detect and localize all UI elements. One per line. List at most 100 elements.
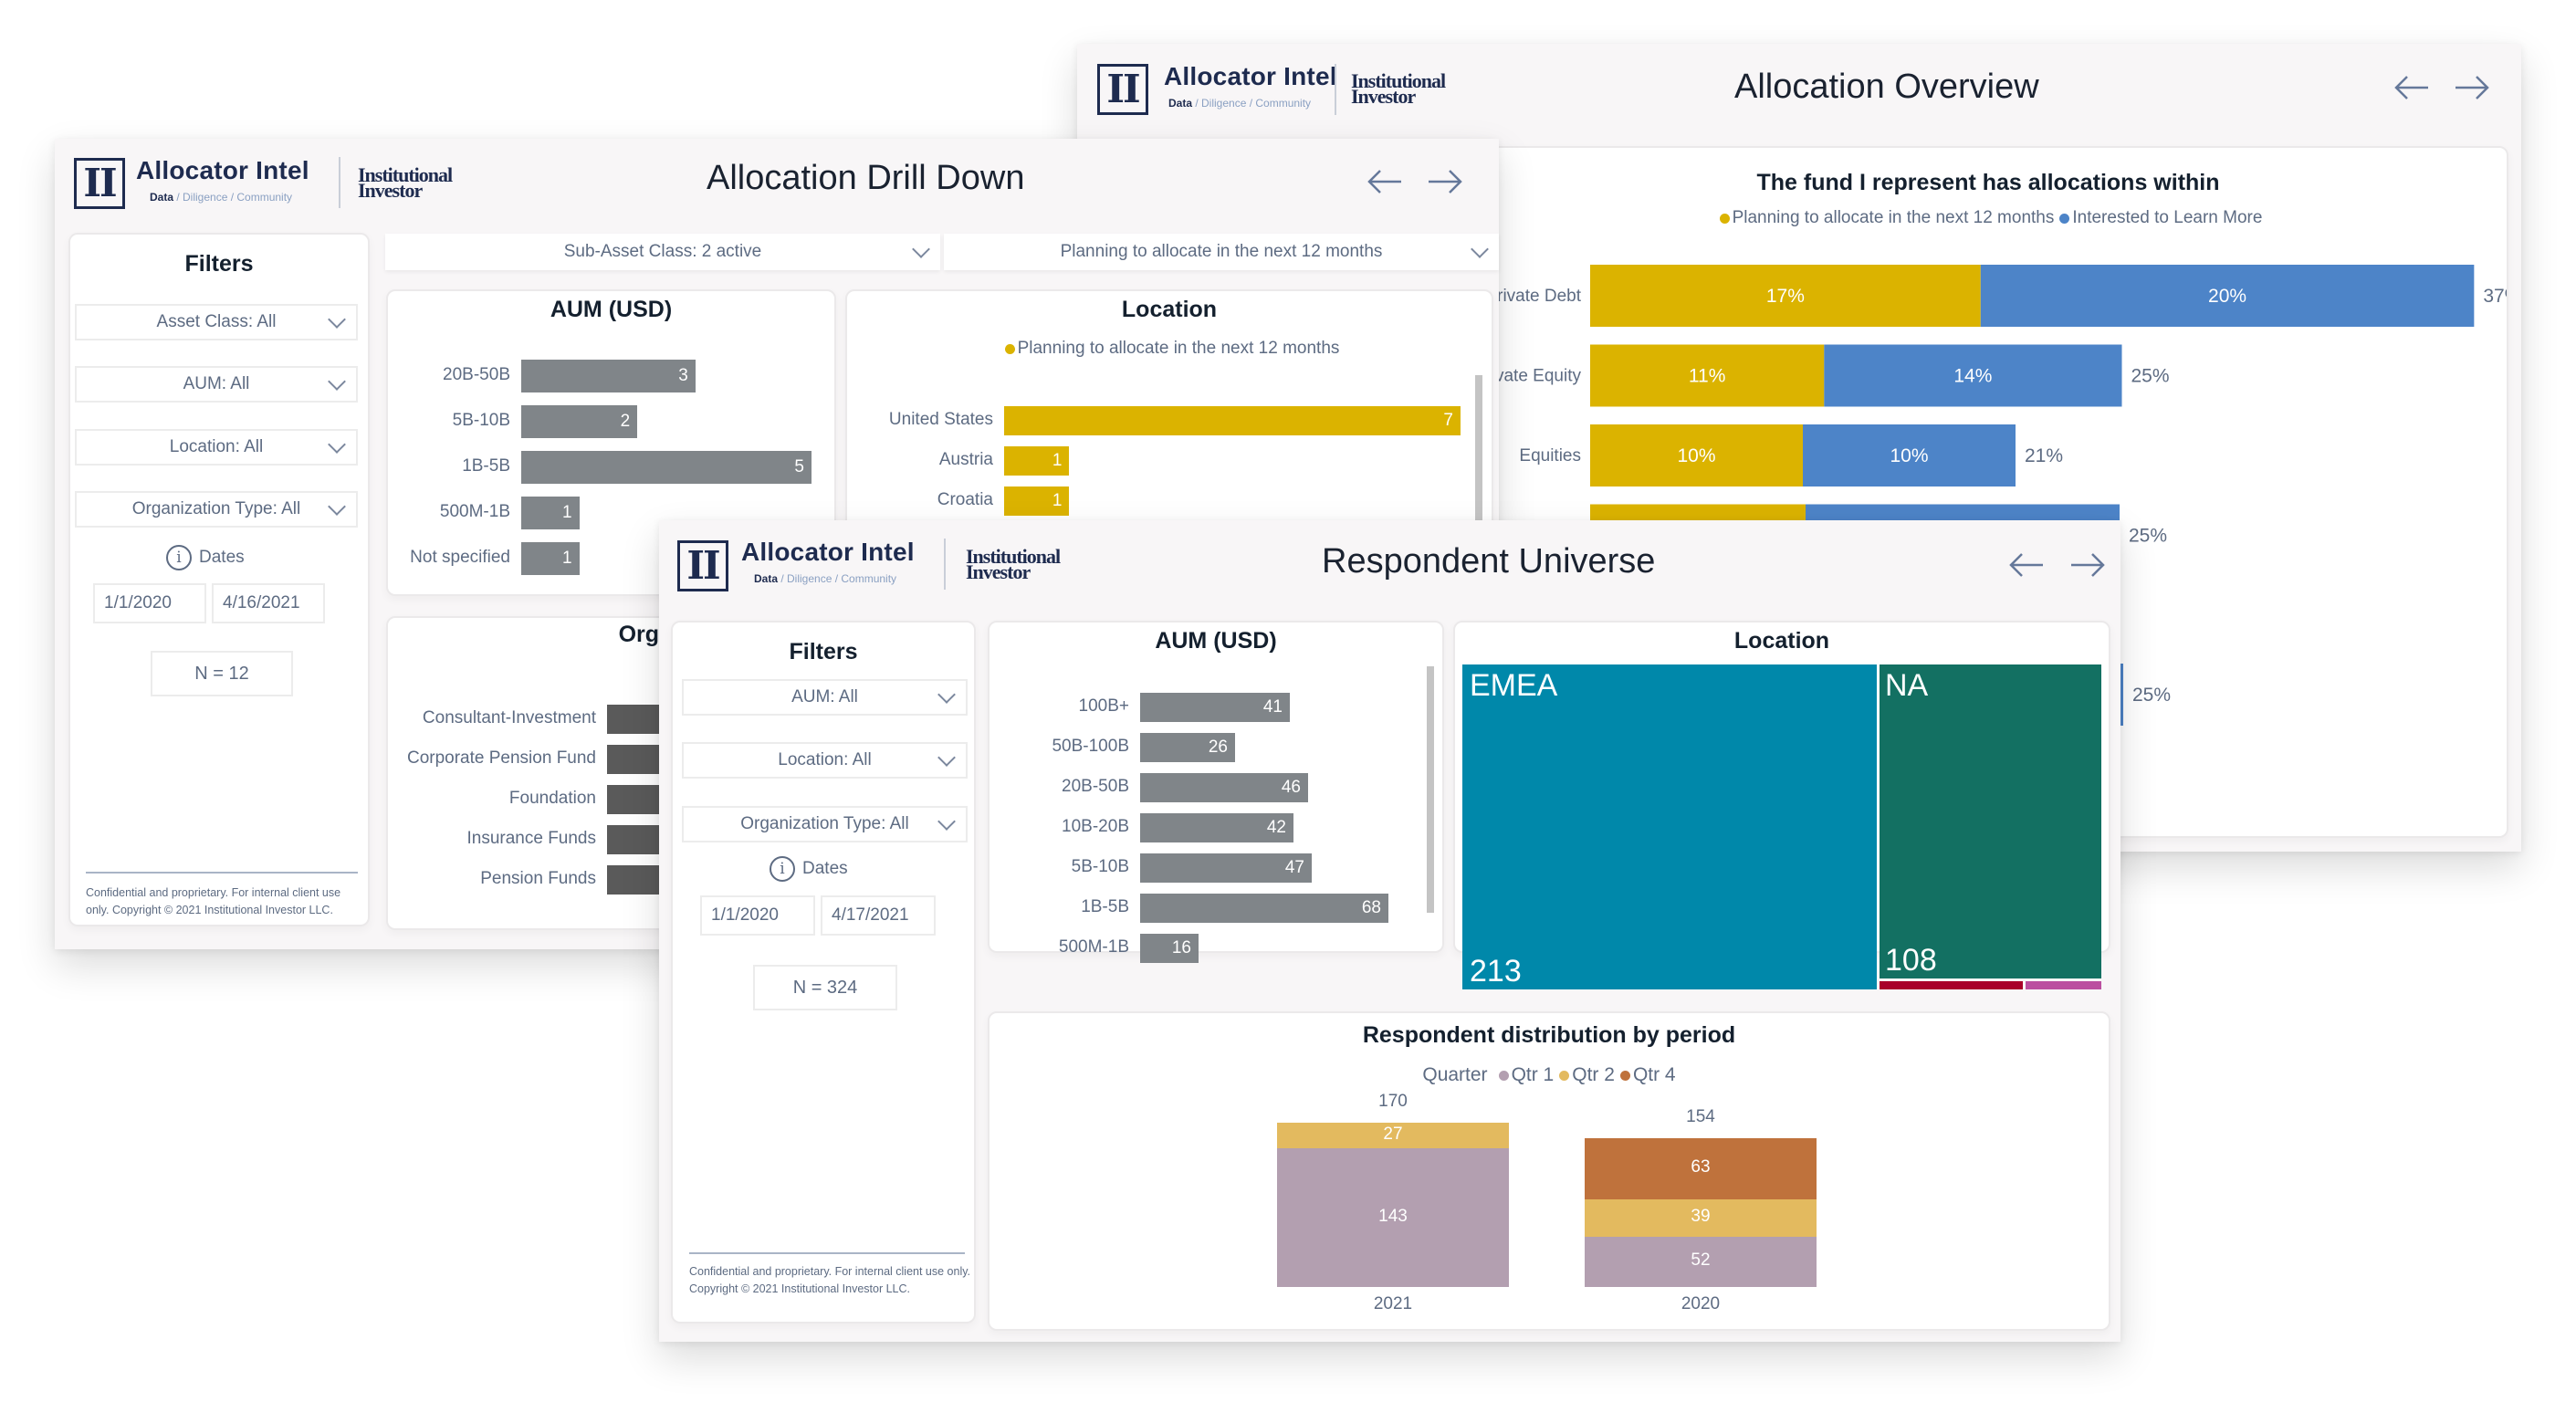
- bar-label: Foundation: [508, 789, 596, 808]
- page-title: Allocation Overview: [1734, 68, 2039, 106]
- dates-label: i Dates: [166, 545, 245, 570]
- period-chart: 143 27 170 2021 52 39 63 154 2020: [990, 1013, 2112, 1333]
- bar-value: 16: [1171, 938, 1191, 957]
- page-title: Allocation Drill Down: [707, 159, 1025, 197]
- bar-value: 7: [1443, 411, 1453, 430]
- date-to-input[interactable]: 4/16/2021: [212, 583, 325, 623]
- bar-label: 20B-50B: [443, 365, 510, 384]
- date-from-input[interactable]: 1/1/2020: [700, 895, 815, 936]
- brand-name: Allocator Intel: [1164, 62, 1337, 90]
- info-icon[interactable]: i: [770, 856, 795, 882]
- copyright-footnote: Confidential and proprietary. For intern…: [689, 1265, 971, 1295]
- location-card: Location EMEA 213 NA 108: [1453, 621, 2110, 989]
- treemap-tile-other-1: [1880, 981, 2023, 989]
- chevron-down-icon: [912, 240, 930, 258]
- allocation-intent-dropdown[interactable]: Planning to allocate in the next 12 mont…: [944, 234, 1499, 270]
- location-treemap: EMEA 213 NA 108: [1462, 664, 2101, 989]
- bar-value: 5: [794, 457, 804, 476]
- total-label: 154: [1686, 1106, 1715, 1126]
- brand-tagline: Data / Diligence / Community: [150, 191, 293, 204]
- total-label: 170: [1378, 1091, 1408, 1111]
- brand-divider: [1335, 64, 1336, 115]
- brand-name: Allocator Intel: [136, 156, 309, 184]
- segment-value: 39: [1691, 1207, 1711, 1227]
- institutional-investor-logo: Institutional Investor: [1351, 69, 1446, 108]
- bar-value: 2: [620, 412, 631, 431]
- aum-card: AUM (USD) 100B+ 41 50B-100B 26 20B-50B 46 10B-…: [988, 621, 1444, 963]
- bar-label: Insurance Funds: [466, 829, 596, 848]
- forward-arrow-icon[interactable]: [1427, 168, 1463, 195]
- organization-type-dropdown[interactable]: Organization Type: All: [75, 491, 358, 528]
- back-arrow-icon[interactable]: [2008, 551, 2045, 579]
- filters-title: Filters: [789, 639, 858, 664]
- copyright-footnote: Confidential and proprietary. For intern…: [86, 886, 341, 916]
- page-title: Respondent Universe: [1322, 542, 1656, 581]
- back-arrow-icon[interactable]: [2393, 74, 2430, 101]
- segment-label: 11%: [1689, 366, 1725, 387]
- bar-label: 5B-10B: [1071, 857, 1129, 876]
- divider: [86, 872, 358, 874]
- bar-label: Croatia: [937, 490, 993, 509]
- allocator-intel-logo-icon: II: [1097, 64, 1148, 115]
- bar-label: 500M-1B: [1058, 937, 1129, 957]
- back-arrow-icon[interactable]: [1367, 168, 1403, 195]
- bar-label: 100B+: [1078, 696, 1129, 716]
- bar-value: 3: [678, 366, 688, 385]
- divider: [689, 1252, 965, 1254]
- bar-value: 47: [1284, 858, 1304, 877]
- bar-value: 68: [1361, 898, 1381, 917]
- bar-label: 5B-10B: [452, 411, 510, 430]
- brand-divider: [944, 539, 946, 590]
- segment-value: 27: [1383, 1125, 1403, 1145]
- segment-value: 143: [1378, 1207, 1408, 1227]
- date-from-input[interactable]: 1/1/2020: [93, 583, 206, 623]
- x-tick-label: 2021: [1373, 1294, 1413, 1313]
- date-to-input[interactable]: 4/17/2021: [821, 895, 936, 936]
- brand-tagline: Data / Diligence / Community: [1168, 97, 1312, 110]
- bar-label: 500M-1B: [439, 502, 510, 521]
- location-title: Location: [1733, 628, 1830, 654]
- institutional-investor-logo: Institutional Investor: [358, 163, 453, 202]
- filters-card: Filters Asset Class: All AUM: All Locati…: [68, 233, 370, 926]
- brand-name: Allocator Intel: [741, 538, 915, 566]
- forward-arrow-icon[interactable]: [2069, 551, 2106, 579]
- aum-dropdown[interactable]: AUM: All: [75, 366, 358, 403]
- treemap-tile-na: NA 108: [1880, 664, 2101, 978]
- bar-label: Consultant-Investment: [422, 708, 596, 727]
- bar-label: 20B-50B: [1062, 777, 1129, 796]
- info-icon[interactable]: i: [166, 545, 192, 570]
- segment-label: 20%: [2208, 286, 2246, 307]
- chevron-down-icon: [1471, 240, 1489, 258]
- location-dropdown[interactable]: Location: All: [682, 742, 968, 779]
- bar-label: Not specified: [410, 548, 510, 567]
- respondent-window: II Allocator Intel Data / Diligence / Co…: [659, 520, 2120, 1342]
- treemap-tile-emea: EMEA 213: [1462, 664, 1877, 989]
- aum-dropdown[interactable]: AUM: All: [682, 679, 968, 716]
- treemap-value: 213: [1470, 954, 1522, 989]
- bar-label: 50B-100B: [1052, 737, 1129, 756]
- treemap-label: NA: [1885, 668, 1929, 703]
- institutional-investor-logo: Institutional Investor: [966, 545, 1061, 583]
- segment-value: 52: [1691, 1250, 1711, 1271]
- bar-value: 1: [1052, 491, 1063, 510]
- total-label: 25%: [2129, 526, 2167, 547]
- chevron-down-icon: [937, 748, 956, 767]
- organization-type-dropdown[interactable]: Organization Type: All: [682, 806, 968, 842]
- forward-arrow-icon[interactable]: [2454, 74, 2490, 101]
- chevron-down-icon: [328, 497, 346, 516]
- sub-asset-class-dropdown[interactable]: Sub-Asset Class: 2 active: [385, 234, 940, 270]
- bar-label: 1B-5B: [1081, 897, 1129, 916]
- chevron-down-icon: [328, 435, 346, 454]
- bar-value: 1: [1052, 451, 1063, 470]
- bar-value: 46: [1281, 778, 1301, 797]
- asset-class-dropdown[interactable]: Asset Class: All: [75, 304, 358, 340]
- bar-label: 1B-5B: [462, 456, 510, 476]
- aum-scrollbar[interactable]: [1427, 666, 1434, 913]
- total-label: 25%: [2131, 366, 2170, 387]
- location-dropdown[interactable]: Location: All: [75, 429, 358, 466]
- bar-value: 42: [1266, 818, 1286, 837]
- bar-label: United States: [888, 410, 993, 429]
- treemap-tile-other-2: [2026, 981, 2101, 989]
- segment-label: 17%: [1766, 286, 1805, 307]
- respondent-count: N = 324: [753, 965, 897, 1010]
